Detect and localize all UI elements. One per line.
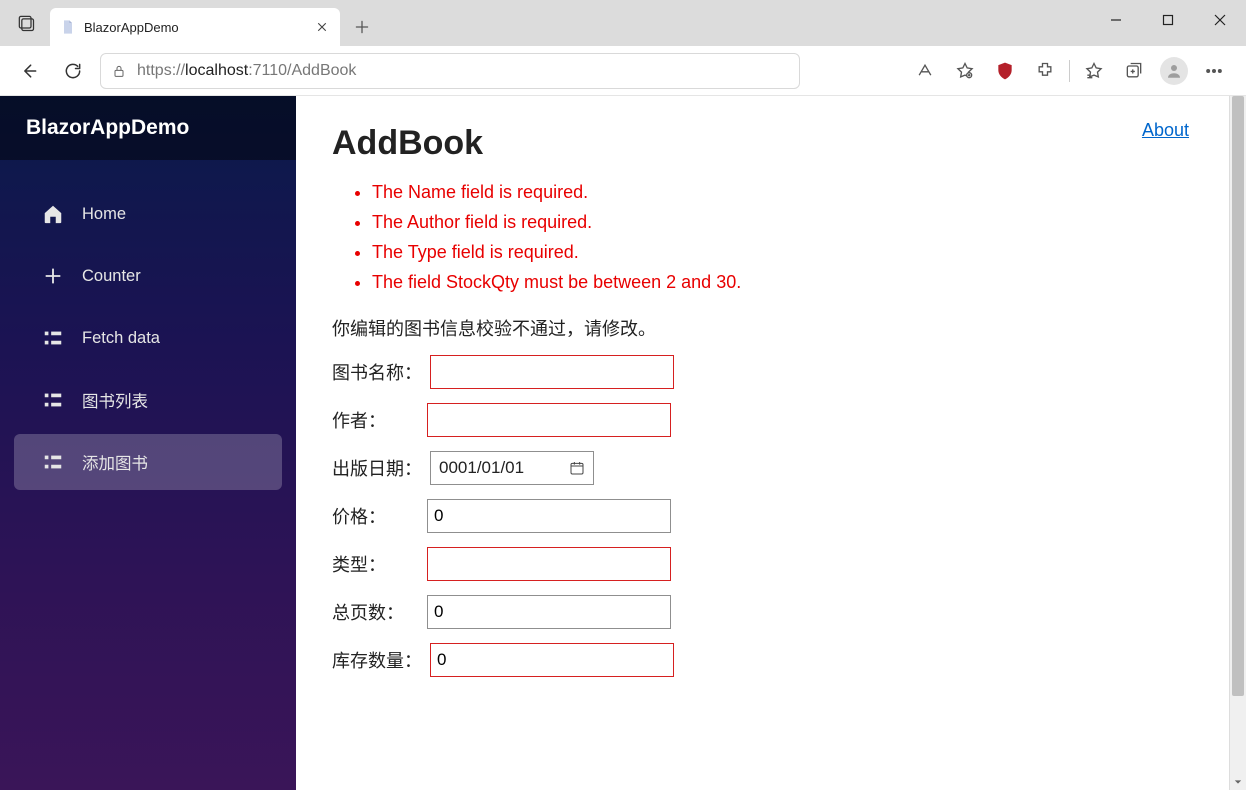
window-minimize-button[interactable] (1090, 0, 1142, 40)
vertical-scrollbar[interactable] (1229, 96, 1246, 790)
extension-icon[interactable] (1025, 53, 1065, 89)
sidebar-item-label: Home (82, 205, 126, 224)
label-name: 图书名称： (332, 359, 430, 385)
adblock-icon[interactable] (985, 53, 1025, 89)
date-value: 0001/01/01 (439, 458, 524, 478)
tab-strip: BlazorAppDemo (0, 0, 1246, 46)
label-pages: 总页数： (332, 599, 427, 625)
collections-icon[interactable] (1114, 53, 1154, 89)
form-row-date: 出版日期： 0001/01/01 (332, 451, 1193, 485)
page-icon (60, 19, 76, 35)
viewport: BlazorAppDemo Home Counter Fetch data 图书… (0, 96, 1246, 790)
label-price: 价格： (332, 503, 427, 529)
favorites-list-icon[interactable] (1074, 53, 1114, 89)
input-price[interactable] (427, 499, 671, 533)
label-stock: 库存数量： (332, 647, 430, 673)
sidebar-item-label: Counter (82, 267, 141, 286)
form-row-name: 图书名称： (332, 355, 1193, 389)
input-total-pages[interactable] (427, 595, 671, 629)
label-date: 出版日期： (332, 455, 430, 481)
plus-icon (42, 265, 64, 287)
input-author[interactable] (427, 403, 671, 437)
main-content: About AddBook The Name field is required… (296, 96, 1229, 790)
tab-close-icon[interactable] (314, 19, 330, 35)
sidebar-item-label: 图书列表 (82, 388, 148, 412)
scrollbar-thumb[interactable] (1232, 96, 1244, 696)
url-text: https://localhost:7110/AddBook (137, 62, 356, 80)
scroll-down-button[interactable] (1230, 773, 1246, 790)
sidebar-item-booklist[interactable]: 图书列表 (14, 372, 282, 428)
refresh-button[interactable] (56, 54, 90, 88)
about-link[interactable]: About (1142, 120, 1189, 141)
form-row-stock: 库存数量： (332, 643, 1193, 677)
window-close-button[interactable] (1194, 0, 1246, 40)
sidebar-item-label: Fetch data (82, 329, 160, 348)
tab-title: BlazorAppDemo (84, 20, 306, 35)
url-input[interactable]: https://localhost:7110/AddBook (100, 53, 800, 89)
address-bar: https://localhost:7110/AddBook (0, 46, 1246, 96)
window-controls (1090, 0, 1246, 40)
list-icon (42, 389, 64, 411)
read-aloud-icon[interactable] (905, 53, 945, 89)
browser-chrome: BlazorAppDemo https://localhost:7110/Add… (0, 0, 1246, 96)
sidebar-item-counter[interactable]: Counter (14, 248, 282, 304)
form-row-pages: 总页数： (332, 595, 1193, 629)
sidebar-item-home[interactable]: Home (14, 186, 282, 242)
tab-actions-button[interactable] (4, 0, 48, 46)
toolbar-divider (1069, 60, 1070, 82)
avatar-icon (1160, 57, 1188, 85)
validation-error: The Type field is required. (372, 237, 1193, 267)
validation-error: The Name field is required. (372, 177, 1193, 207)
validation-error: The Author field is required. (372, 207, 1193, 237)
input-publish-date[interactable]: 0001/01/01 (430, 451, 594, 485)
form-row-type: 类型： (332, 547, 1193, 581)
calendar-icon (569, 460, 585, 476)
sidebar-item-label: 添加图书 (82, 450, 148, 474)
browser-tab[interactable]: BlazorAppDemo (50, 8, 340, 46)
page-title: AddBook (332, 124, 1193, 163)
input-book-name[interactable] (430, 355, 674, 389)
lock-icon (111, 63, 127, 79)
home-icon (42, 203, 64, 225)
form-row-author: 作者： (332, 403, 1193, 437)
input-type[interactable] (427, 547, 671, 581)
profile-button[interactable] (1154, 53, 1194, 89)
back-button[interactable] (12, 54, 46, 88)
sidebar: BlazorAppDemo Home Counter Fetch data 图书… (0, 96, 296, 790)
brand-title: BlazorAppDemo (0, 96, 296, 160)
list-icon (42, 327, 64, 349)
validation-error-list: The Name field is required. The Author f… (332, 177, 1193, 297)
label-type: 类型： (332, 551, 427, 577)
label-author: 作者： (332, 407, 427, 433)
favorite-star-icon[interactable] (945, 53, 985, 89)
sidebar-item-addbook[interactable]: 添加图书 (14, 434, 282, 490)
window-maximize-button[interactable] (1142, 0, 1194, 40)
input-stock-qty[interactable] (430, 643, 674, 677)
list-icon (42, 451, 64, 473)
sidebar-nav: Home Counter Fetch data 图书列表 添加图书 (0, 160, 296, 490)
validation-error: The field StockQty must be between 2 and… (372, 267, 1193, 297)
form-row-price: 价格： (332, 499, 1193, 533)
new-tab-button[interactable] (342, 8, 382, 46)
sidebar-item-fetch[interactable]: Fetch data (14, 310, 282, 366)
validation-message: 你编辑的图书信息校验不通过，请修改。 (332, 315, 1193, 341)
more-menu-icon[interactable] (1194, 53, 1234, 89)
